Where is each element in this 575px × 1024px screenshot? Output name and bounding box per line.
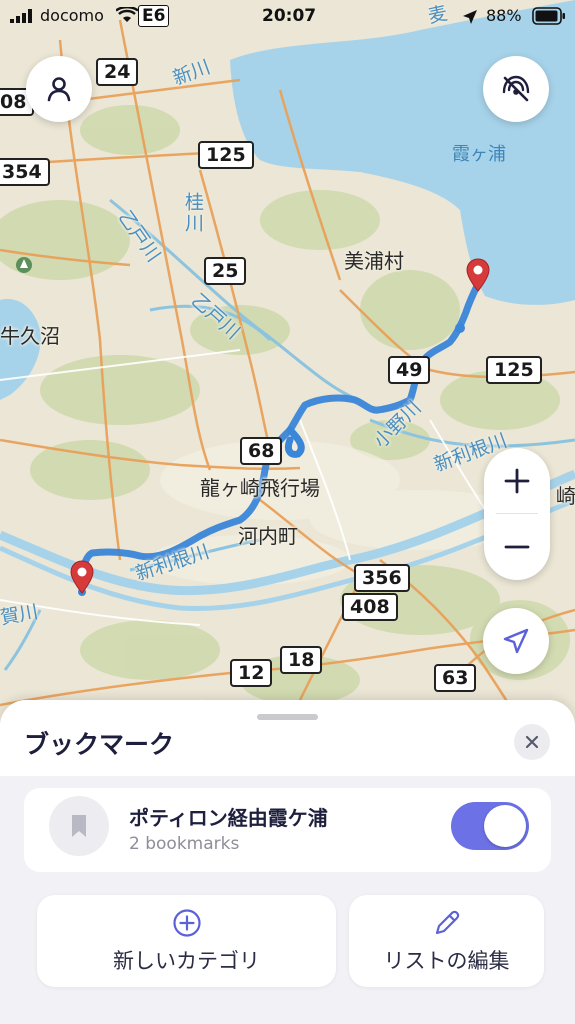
route-shield: 12: [230, 659, 273, 687]
route-shield: 18: [280, 646, 323, 674]
place-label: 牛久沼: [0, 324, 60, 348]
plus-icon: [504, 468, 530, 494]
gps-toggle-button[interactable]: [483, 56, 549, 122]
close-button[interactable]: [514, 724, 550, 760]
my-location-button[interactable]: [483, 608, 549, 674]
route-shield: 408: [342, 593, 398, 621]
person-icon: [47, 77, 71, 102]
close-icon: [525, 735, 539, 749]
bookmark-icon: [72, 815, 86, 837]
new-category-button[interactable]: 新しいカテゴリ: [37, 895, 336, 987]
bookmark-icon-wrap: [49, 796, 109, 856]
signal-icon: [10, 9, 32, 23]
lake-label: 霞ヶ浦: [452, 144, 506, 165]
zoom-out-button[interactable]: [484, 514, 550, 580]
route-shield: 25: [204, 257, 247, 285]
battery-percent: 88%: [486, 6, 522, 25]
edit-list-label: リストの編集: [383, 949, 510, 973]
route-shield: 354: [0, 158, 50, 186]
route-shield: 24: [96, 58, 139, 86]
route-shield: 125: [198, 141, 254, 169]
minus-icon: [504, 545, 530, 549]
location-off-icon: [502, 75, 530, 102]
place-label: 崎: [556, 484, 575, 508]
toggle-knob: [484, 805, 526, 847]
wifi-icon: [116, 7, 138, 22]
list-name: ポティロン経由霞ケ浦: [129, 806, 328, 830]
route-shield: 49: [388, 356, 431, 384]
location-arrow-icon: [463, 10, 477, 24]
visibility-toggle[interactable]: [451, 802, 529, 850]
bookmark-count: 2 bookmarks: [129, 834, 240, 854]
bookmarks-sheet: ブックマーク ポティロン経由霞ケ浦 2 bookmarks 新しいカテゴリ リス…: [0, 700, 575, 1024]
sheet-header: ブックマーク: [0, 700, 575, 776]
place-label: 龍ヶ崎飛行場: [200, 476, 320, 500]
new-category-label: 新しいカテゴリ: [113, 949, 260, 973]
route-shield: 63: [434, 664, 477, 692]
route-shield: 356: [354, 564, 410, 592]
start-pin-icon[interactable]: [70, 560, 94, 594]
pencil-icon: [435, 910, 459, 935]
add-circle-icon: [172, 909, 201, 937]
carrier-name: docomo: [40, 6, 104, 25]
place-label: 河内町: [238, 524, 298, 548]
river-label: 桂川: [182, 192, 204, 234]
zoom-in-button[interactable]: [484, 448, 550, 514]
route-shield: 125: [486, 356, 542, 384]
clock: 20:07: [262, 6, 317, 26]
edit-list-button[interactable]: リストの編集: [349, 895, 544, 987]
profile-button[interactable]: [26, 56, 92, 122]
battery-icon: [532, 7, 565, 25]
navigation-arrow-icon: [503, 628, 529, 654]
bookmark-list-item[interactable]: ポティロン経由霞ケ浦 2 bookmarks: [24, 788, 551, 872]
status-bar: docomo E6 20:07 88%: [0, 0, 575, 34]
network-indicator: E6: [138, 5, 170, 27]
place-label: 美浦村: [344, 249, 404, 273]
map-view[interactable]: 霞ヶ浦 美浦村 龍ヶ崎飛行場 河内町 牛久沼 新川 桂川 乙戸川 乙戸川 小野川…: [0, 0, 575, 790]
zoom-controls: [484, 448, 550, 580]
sheet-title: ブックマーク: [24, 730, 175, 759]
destination-pin-icon[interactable]: [466, 258, 490, 292]
sheet-grabber[interactable]: [257, 714, 318, 720]
route-shield: 68: [240, 437, 283, 465]
